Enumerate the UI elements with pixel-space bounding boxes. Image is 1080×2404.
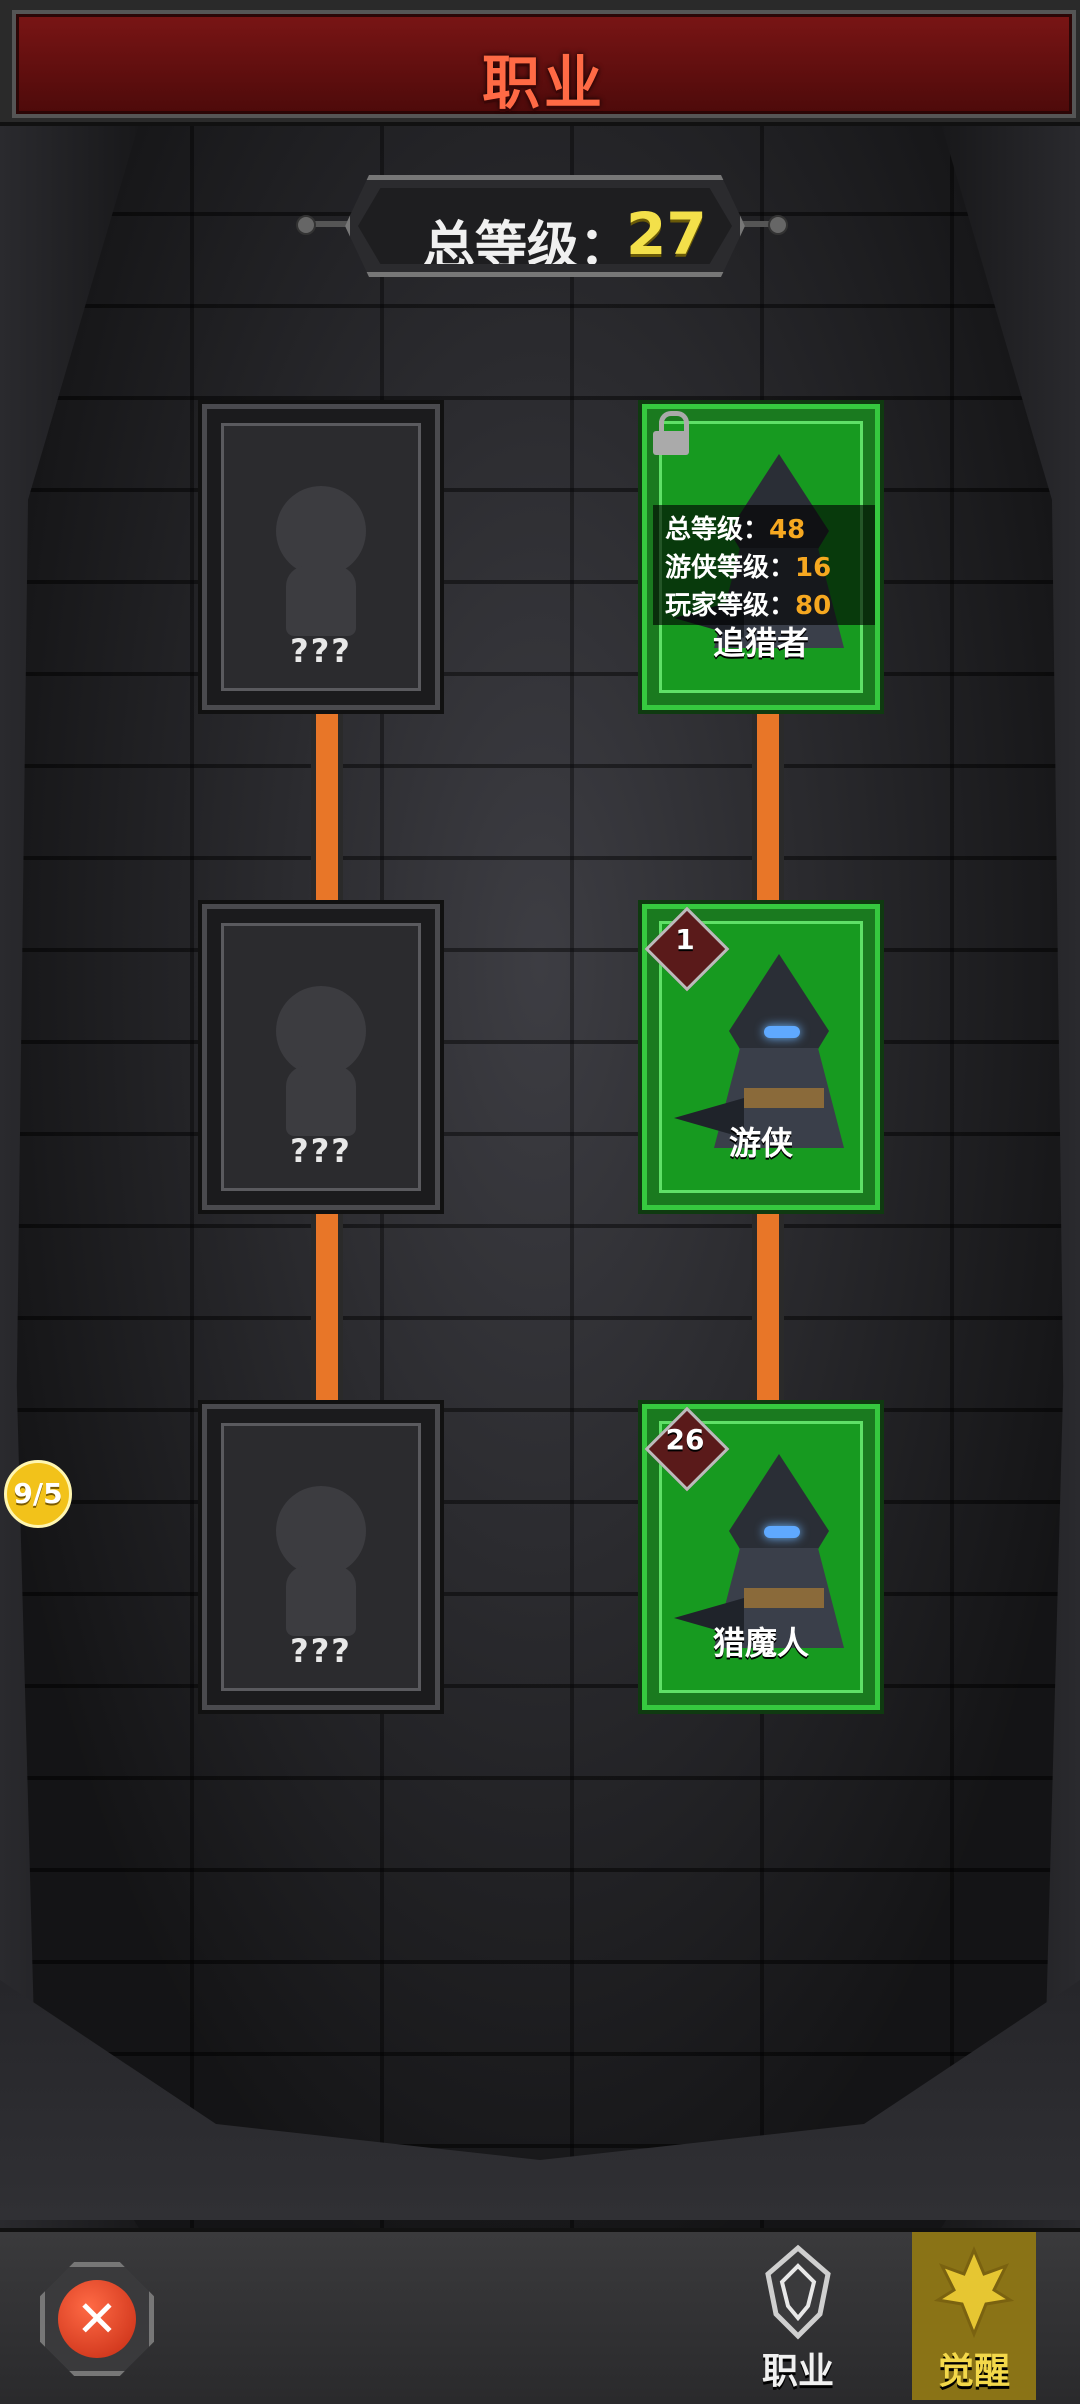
level-badge-value: 1 (675, 923, 695, 956)
header-banner: 职业 (12, 10, 1076, 118)
requirement-player-level: 玩家等级：80 (665, 591, 832, 621)
requirement-ranger-level: 游侠等级：16 (665, 553, 832, 583)
card-inner: ??? (221, 423, 421, 691)
requirements-overlay: 总等级：48 游侠等级：16 玩家等级：80 (653, 505, 875, 625)
plate-knob-right (768, 215, 788, 235)
connector-left-2 (311, 1206, 343, 1406)
class-card-stalker[interactable]: 追猎者 总等级：48 游侠等级：16 玩家等级：80 (642, 404, 880, 710)
unknown-silhouette-icon (261, 486, 381, 636)
tab-class[interactable]: 职业 (736, 2232, 860, 2400)
close-icon[interactable]: ✕ (58, 2280, 136, 2358)
unknown-silhouette-icon (261, 1486, 381, 1636)
tab-awaken-label: 觉醒 (937, 2351, 1010, 2392)
awaken-emblem-icon (934, 2246, 1014, 2339)
total-level-value: 27 (626, 200, 707, 268)
card-name: 猎魔人 (712, 1624, 809, 1662)
total-level-plate-inner: 总等级： 27 (358, 188, 732, 264)
tab-awaken[interactable]: 觉醒 (912, 2232, 1036, 2400)
class-card-ranger[interactable]: 游侠 1 (642, 904, 880, 1210)
level-badge-value: 26 (665, 1423, 705, 1456)
class-card-demon-hunter[interactable]: 猎魔人 26 (642, 1404, 880, 1710)
locked-class-card-3[interactable]: ??? (202, 1404, 440, 1710)
unknown-silhouette-icon (261, 986, 381, 1136)
card-name: 游侠 (728, 1124, 793, 1162)
card-name: ??? (290, 1632, 352, 1670)
total-level-label: 总等级： (423, 217, 632, 277)
requirement-total-level: 总等级：48 (665, 515, 806, 545)
locked-class-card-2[interactable]: ??? (202, 904, 440, 1210)
total-level-plate: 总等级： 27 (345, 175, 745, 277)
page-title: 职业 (481, 49, 606, 117)
lock-icon (649, 411, 693, 457)
card-name: ??? (290, 632, 352, 670)
card-inner: ??? (221, 1423, 421, 1691)
locked-class-card-1[interactable]: ??? (202, 404, 440, 710)
connector-left-1 (311, 706, 343, 906)
brick-wall-background (0, 120, 1080, 2230)
plate-knob-left (296, 215, 316, 235)
connector-right-2 (752, 1206, 784, 1406)
class-emblem-icon (765, 2244, 831, 2340)
card-inner: ??? (221, 923, 421, 1191)
card-name: ??? (290, 1132, 352, 1170)
tab-class-label: 职业 (761, 2351, 834, 2392)
header-bar: 职业 (0, 0, 1080, 126)
connector-right-1 (752, 706, 784, 906)
floating-side-badge[interactable]: 9/5 (4, 1460, 72, 1528)
